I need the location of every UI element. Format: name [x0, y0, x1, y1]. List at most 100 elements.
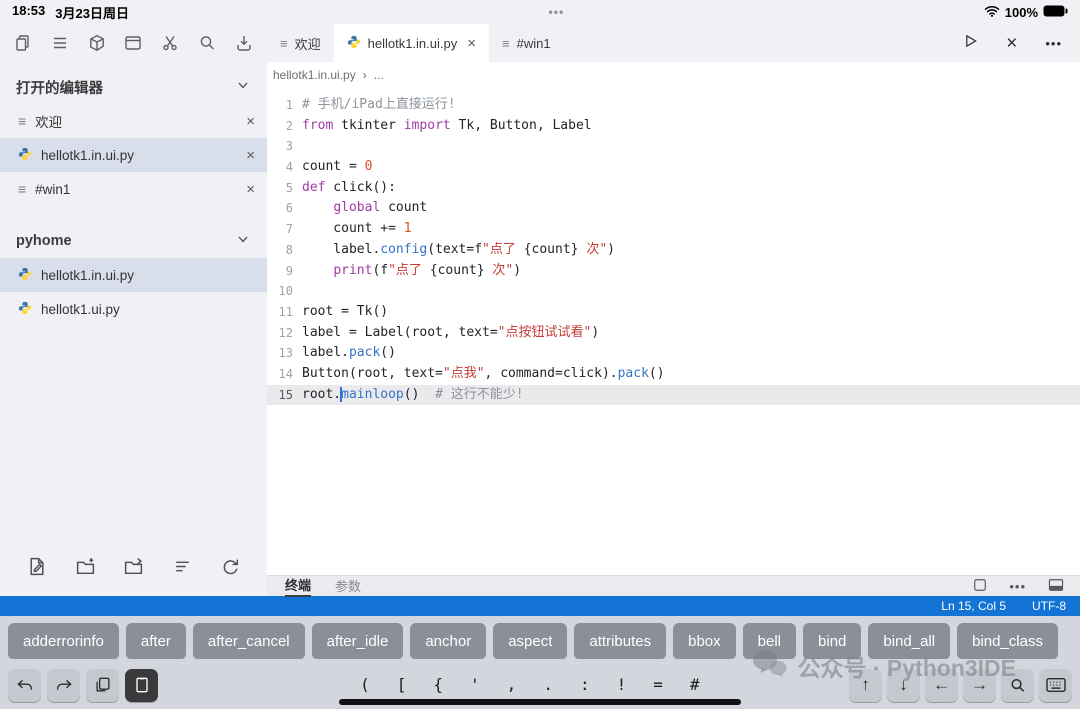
more-icon[interactable]: ••• — [1009, 579, 1026, 594]
open-editor-hellotk1-in-ui[interactable]: hellotk1.in.ui.py × — [0, 138, 267, 172]
symbol-key[interactable]: , — [507, 675, 517, 694]
suggestion-after[interactable]: after — [126, 623, 186, 659]
code-line[interactable]: 14Button(root, text="点我", command=click)… — [267, 364, 1080, 385]
more-icon[interactable]: ••• — [1045, 36, 1062, 51]
breadcrumb-file[interactable]: hellotk1.in.ui.py — [273, 68, 356, 82]
symbol-key[interactable]: ' — [470, 675, 480, 694]
arrow-up-key[interactable]: ↑ — [849, 669, 882, 702]
suggestion-bind[interactable]: bind — [803, 623, 861, 659]
code-line[interactable]: 2from tkinter import Tk, Button, Label — [267, 116, 1080, 137]
multitask-dots-icon[interactable]: ••• — [549, 5, 565, 19]
suggestion-bind_all[interactable]: bind_all — [868, 623, 950, 659]
item-label: hellotk1.ui.py — [41, 302, 255, 317]
code-line[interactable]: 15root.mainloop() # 这行不能少! — [267, 385, 1080, 406]
suggestion-after_idle[interactable]: after_idle — [312, 623, 404, 659]
code-line[interactable]: 9 print(f"点了 {count} 次") — [267, 261, 1080, 282]
suggestion-anchor[interactable]: anchor — [410, 623, 486, 659]
close-icon[interactable]: × — [246, 181, 255, 198]
python-icon — [347, 35, 361, 52]
home-indicator[interactable] — [339, 699, 741, 705]
share-icon[interactable] — [231, 30, 257, 56]
open-folder-icon[interactable] — [123, 556, 144, 582]
search-key-icon[interactable] — [1001, 669, 1034, 702]
chevron-down-icon[interactable] — [237, 79, 249, 95]
code-line[interactable]: 5def click(): — [267, 178, 1080, 199]
chevron-down-icon[interactable] — [237, 233, 249, 249]
tab-welcome[interactable]: ≡ 欢迎 — [267, 24, 334, 62]
symbol-key[interactable]: = — [653, 675, 663, 694]
symbol-key[interactable]: : — [580, 675, 590, 694]
tab-hellotk1-in-ui[interactable]: hellotk1.in.ui.py × — [334, 24, 489, 62]
suggestion-bind_class[interactable]: bind_class — [957, 623, 1058, 659]
symbol-key[interactable]: ! — [617, 675, 627, 694]
checkbox-icon[interactable] — [973, 578, 987, 595]
refresh-icon[interactable] — [220, 556, 241, 582]
suggestion-attributes[interactable]: attributes — [574, 623, 666, 659]
close-icon[interactable]: × — [246, 113, 255, 130]
open-editor-win1[interactable]: ≡ #win1 × — [0, 172, 267, 206]
suggestion-bbox[interactable]: bbox — [673, 623, 736, 659]
code-line[interactable]: 13label.pack() — [267, 343, 1080, 364]
code-line[interactable]: 8 label.config(text=f"点了 {count} 次") — [267, 240, 1080, 261]
code-line[interactable]: 4count = 0 — [267, 157, 1080, 178]
symbol-key[interactable]: [ — [397, 675, 407, 694]
code-text: def click(): — [302, 178, 396, 199]
suggestion-adderrorinfo[interactable]: adderrorinfo — [8, 623, 119, 659]
line-number: 11 — [267, 302, 293, 323]
cursor-position[interactable]: Ln 15, Col 5 — [941, 599, 1006, 613]
breadcrumb[interactable]: hellotk1.in.ui.py › ... — [267, 62, 1080, 88]
tab-win1[interactable]: ≡ #win1 — [489, 24, 564, 62]
battery-icon — [1043, 5, 1068, 20]
arrow-right-key[interactable]: → — [963, 669, 996, 702]
scissors-icon[interactable] — [157, 30, 183, 56]
code-editor[interactable]: 1# 手机/iPad上直接运行!2from tkinter import Tk,… — [267, 88, 1080, 575]
copy-icon[interactable] — [86, 669, 119, 702]
symbol-key[interactable]: . — [543, 675, 553, 694]
symbol-key[interactable]: { — [433, 675, 443, 694]
keyboard-icon[interactable] — [1039, 669, 1072, 702]
code-line[interactable]: 3 — [267, 136, 1080, 157]
symbol-key[interactable]: ( — [360, 675, 370, 694]
search-icon[interactable] — [194, 30, 220, 56]
run-button[interactable] — [962, 33, 978, 54]
panel-layout-icon[interactable] — [1048, 578, 1064, 595]
open-editors-header[interactable]: 打开的编辑器 — [0, 70, 267, 104]
code-line[interactable]: 10 — [267, 281, 1080, 302]
collapse-icon[interactable] — [172, 556, 193, 582]
code-line[interactable]: 7 count += 1 — [267, 219, 1080, 240]
close-tab-icon[interactable]: × — [467, 35, 476, 52]
new-folder-icon[interactable] — [75, 556, 96, 582]
redo-icon[interactable] — [47, 669, 80, 702]
paste-icon[interactable] — [125, 669, 158, 702]
undo-icon[interactable] — [8, 669, 41, 702]
folder-header-pyhome[interactable]: pyhome — [0, 224, 267, 258]
panel-tab-terminal[interactable]: 终端 — [285, 575, 311, 597]
line-number: 1 — [267, 95, 293, 116]
open-editor-welcome[interactable]: ≡ 欢迎 × — [0, 104, 267, 138]
breadcrumb-more[interactable]: ... — [374, 68, 384, 82]
file-hellotk1-in-ui[interactable]: hellotk1.in.ui.py — [0, 258, 267, 292]
arrow-left-key[interactable]: ← — [925, 669, 958, 702]
package-icon[interactable] — [84, 30, 110, 56]
new-file-icon[interactable] — [26, 556, 47, 582]
panel-tab-params[interactable]: 参数 — [335, 576, 361, 596]
close-icon[interactable]: × — [1006, 34, 1017, 53]
arrow-down-key[interactable]: ↓ — [887, 669, 920, 702]
symbol-key[interactable]: # — [690, 675, 700, 694]
tab-label: #win1 — [517, 36, 551, 51]
suggestion-aspect[interactable]: aspect — [493, 623, 567, 659]
outline-icon[interactable] — [47, 30, 73, 56]
code-line[interactable]: 12label = Label(root, text="点按钮试试看") — [267, 323, 1080, 344]
encoding[interactable]: UTF-8 — [1032, 599, 1066, 613]
suggestion-row: adderrorinfoafterafter_cancelafter_idlea… — [0, 623, 1080, 659]
close-icon[interactable]: × — [246, 147, 255, 164]
suggestion-after_cancel[interactable]: after_cancel — [193, 623, 305, 659]
file-hellotk1-ui[interactable]: hellotk1.ui.py — [0, 292, 267, 326]
suggestion-bell[interactable]: bell — [743, 623, 796, 659]
code-line[interactable]: 1# 手机/iPad上直接运行! — [267, 95, 1080, 116]
line-number: 8 — [267, 240, 293, 261]
code-line[interactable]: 6 global count — [267, 198, 1080, 219]
window-icon[interactable] — [120, 30, 146, 56]
files-icon[interactable] — [10, 30, 36, 56]
code-line[interactable]: 11root = Tk() — [267, 302, 1080, 323]
